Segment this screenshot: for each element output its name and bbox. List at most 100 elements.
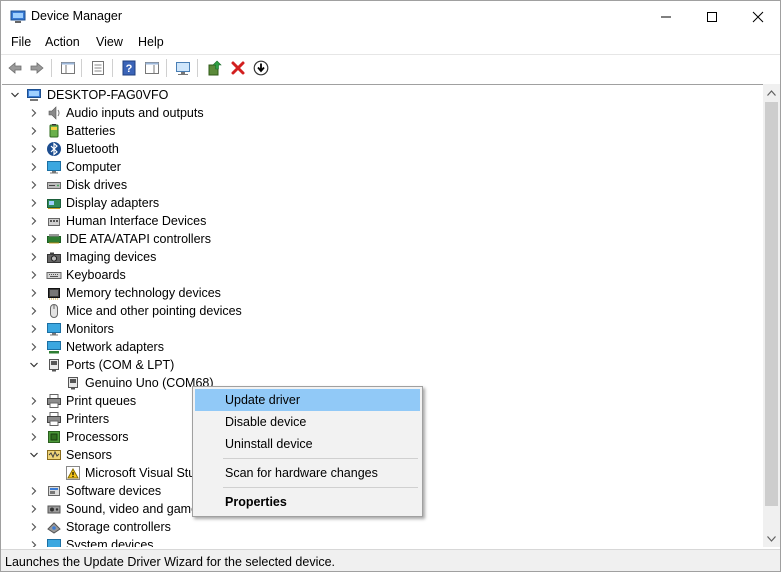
tree-category-item[interactable]: Imaging devices	[2, 248, 762, 266]
toolbar-separator	[197, 59, 198, 77]
window-title: Device Manager	[31, 9, 123, 23]
context-menu: Update driver Disable device Uninstall d…	[192, 386, 423, 517]
expanded-chevron-icon[interactable]	[28, 449, 40, 461]
collapsed-chevron-icon[interactable]	[28, 485, 40, 497]
scroll-down-button[interactable]	[763, 530, 780, 547]
menu-action[interactable]: Action	[45, 35, 80, 49]
tree-item-label: Memory technology devices	[66, 286, 221, 300]
close-button[interactable]	[735, 1, 781, 32]
help-toolbar-button[interactable]: ?	[119, 58, 139, 78]
tree-item-label: Microsoft Visual Stu	[85, 466, 196, 480]
collapsed-chevron-icon[interactable]	[28, 341, 40, 353]
collapsed-chevron-icon[interactable]	[28, 521, 40, 533]
expanded-chevron-icon[interactable]	[9, 89, 21, 101]
action-pane-button[interactable]	[142, 58, 162, 78]
collapsed-chevron-icon[interactable]	[28, 395, 40, 407]
tree-item-label: Computer	[66, 160, 121, 174]
keyboard-icon	[46, 272, 62, 279]
tree-category-item[interactable]: Bluetooth	[2, 140, 762, 158]
tree-category-item[interactable]: Mice and other pointing devices	[2, 302, 762, 320]
collapsed-chevron-icon[interactable]	[28, 161, 40, 173]
processor-icon	[48, 431, 60, 443]
speaker-icon	[48, 106, 60, 120]
uninstall-toolbar-button[interactable]	[228, 58, 248, 78]
tree-category-item[interactable]: Audio inputs and outputs	[2, 104, 762, 122]
menu-separator	[223, 487, 418, 488]
collapsed-chevron-icon[interactable]	[28, 233, 40, 245]
collapsed-chevron-icon[interactable]	[28, 539, 40, 547]
update-driver-menu-item[interactable]: Update driver	[195, 389, 420, 411]
collapsed-chevron-icon[interactable]	[28, 413, 40, 425]
tree-category-item[interactable]: Batteries	[2, 122, 762, 140]
vertical-scrollbar[interactable]	[763, 84, 780, 547]
ide-controller-icon	[47, 234, 61, 244]
scroll-thumb[interactable]	[765, 102, 778, 506]
tree-category-item[interactable]: Monitors	[2, 320, 762, 338]
menu-file[interactable]: File	[11, 35, 31, 49]
tree-category-item[interactable]: Human Interface Devices	[2, 212, 762, 230]
forward-button[interactable]	[27, 58, 47, 78]
tree-category-item[interactable]: Ports (COM & LPT)	[2, 356, 762, 374]
tree-category-item[interactable]: Network adapters	[2, 338, 762, 356]
back-button[interactable]	[5, 58, 25, 78]
scroll-up-button[interactable]	[763, 84, 780, 101]
tree-item-label: Print queues	[66, 394, 137, 408]
tree-item-label: Sensors	[66, 448, 112, 462]
software-device-icon	[48, 486, 60, 496]
disable-device-menu-item[interactable]: Disable device	[195, 411, 420, 433]
memory-icon	[48, 288, 60, 300]
tree-item-label: Storage controllers	[66, 520, 171, 534]
collapsed-chevron-icon[interactable]	[28, 107, 40, 119]
collapsed-chevron-icon[interactable]	[28, 323, 40, 335]
tree-category-item[interactable]: Disk drives	[2, 176, 762, 194]
menu-help[interactable]: Help	[138, 35, 164, 49]
maximize-button[interactable]	[689, 1, 735, 32]
collapsed-chevron-icon[interactable]	[28, 179, 40, 191]
show-hide-console-tree-button[interactable]	[58, 58, 78, 78]
enable-device-toolbar-button[interactable]	[251, 58, 271, 78]
tree-root[interactable]: DESKTOP-FAG0VFO	[2, 86, 762, 104]
menu-view[interactable]: View	[96, 35, 123, 49]
tree-category-item[interactable]: Memory technology devices	[2, 284, 762, 302]
properties-toolbar-button[interactable]	[88, 58, 108, 78]
collapsed-chevron-icon[interactable]	[28, 251, 40, 263]
toolbar: ?	[1, 54, 780, 81]
close-icon	[752, 11, 764, 22]
sensor-icon	[47, 450, 61, 460]
status-text: Launches the Update Driver Wizard for th…	[5, 555, 336, 569]
svg-text:?: ?	[126, 63, 133, 75]
toolbar-separator	[112, 59, 113, 77]
action-pane-icon	[145, 62, 159, 74]
collapsed-chevron-icon[interactable]	[28, 503, 40, 515]
collapsed-chevron-icon[interactable]	[28, 287, 40, 299]
display-adapter-icon	[47, 199, 61, 209]
collapsed-chevron-icon[interactable]	[28, 269, 40, 281]
collapsed-chevron-icon[interactable]	[28, 143, 40, 155]
battery-icon	[49, 124, 59, 138]
tree-category-item[interactable]: System devices	[2, 536, 762, 547]
expanded-chevron-icon[interactable]	[28, 359, 40, 371]
scan-monitor-icon	[176, 62, 190, 75]
properties-menu-item[interactable]: Properties	[195, 491, 420, 513]
update-driver-toolbar-button[interactable]	[205, 58, 225, 78]
tree-category-item[interactable]: Keyboards	[2, 266, 762, 284]
minimize-button[interactable]	[643, 1, 689, 32]
tree-category-item[interactable]: Storage controllers	[2, 518, 762, 536]
tree-item-label: System devices	[66, 538, 154, 547]
collapsed-chevron-icon[interactable]	[28, 431, 40, 443]
tree-category-item[interactable]: IDE ATA/ATAPI controllers	[2, 230, 762, 248]
scan-hardware-menu-item[interactable]: Scan for hardware changes	[195, 462, 420, 484]
uninstall-device-menu-item[interactable]: Uninstall device	[195, 433, 420, 455]
forward-arrow-icon	[30, 62, 44, 74]
collapsed-chevron-icon[interactable]	[28, 215, 40, 227]
collapsed-chevron-icon[interactable]	[28, 197, 40, 209]
collapsed-chevron-icon[interactable]	[28, 125, 40, 137]
tree-item-label: Keyboards	[66, 268, 126, 282]
hid-icon	[48, 218, 60, 226]
collapsed-chevron-icon[interactable]	[28, 305, 40, 317]
title-bar[interactable]: Device Manager	[1, 1, 780, 32]
tree-category-item[interactable]: Display adapters	[2, 194, 762, 212]
scan-hardware-button[interactable]	[173, 58, 193, 78]
red-x-icon	[231, 61, 245, 75]
tree-category-item[interactable]: Computer	[2, 158, 762, 176]
